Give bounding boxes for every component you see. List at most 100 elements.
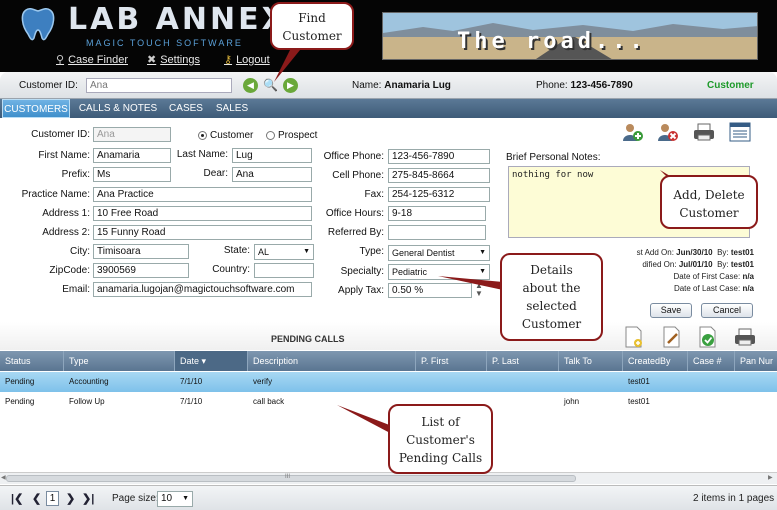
first-name-field[interactable]: Anamaria — [93, 148, 171, 163]
first-page-icon[interactable]: |❮ — [11, 492, 23, 505]
callout-line: about the — [522, 281, 581, 295]
meta-date: Jul/01/10 — [678, 260, 713, 269]
tab-customers[interactable]: CUSTOMERS — [2, 99, 70, 118]
address1-label: Address 1: — [42, 208, 90, 219]
pending-calls-header: PENDING CALLS — [0, 322, 777, 350]
first-name-label: First Name: — [38, 150, 90, 161]
app-header: LAB ANNEX MAGIC TOUCH SOFTWARE ⚲ Case Fi… — [0, 0, 777, 72]
col-status[interactable]: Status — [0, 351, 64, 371]
col-created-by[interactable]: CreatedBy — [623, 351, 688, 371]
previous-arrow-icon[interactable]: ◀ — [243, 78, 258, 93]
col-case-number[interactable]: Case # — [688, 351, 735, 371]
state-select[interactable]: AL ▼ — [254, 244, 314, 260]
referred-by-field[interactable] — [388, 225, 486, 240]
delete-customer-icon[interactable] — [657, 122, 679, 142]
customer-radio[interactable] — [198, 131, 207, 140]
pager-summary: 2 items in 1 pages — [693, 493, 775, 504]
pending-calls-title: PENDING CALLS — [271, 334, 345, 344]
customer-id-search-input[interactable] — [86, 78, 232, 93]
edit-call-icon[interactable] — [662, 326, 682, 348]
callout-pending-calls: List of Customer's Pending Calls — [388, 404, 493, 474]
print-icon[interactable] — [693, 122, 715, 142]
logout-link[interactable]: ⚷ Logout — [224, 53, 270, 67]
add-call-icon[interactable] — [624, 326, 644, 348]
col-description[interactable]: Description — [248, 351, 416, 371]
zipcode-field[interactable]: 3900569 — [93, 263, 189, 278]
specialty-select[interactable]: Pediatric ▼ — [388, 264, 490, 280]
add-customer-icon[interactable] — [622, 122, 644, 142]
meta-label: Date of First Case: — [673, 272, 741, 281]
col-pan-number[interactable]: Pan Nur — [735, 351, 777, 371]
print-calls-icon[interactable] — [733, 327, 757, 347]
address2-label: Address 2: — [42, 227, 90, 238]
country-field[interactable] — [254, 263, 314, 278]
case-finder-link[interactable]: ⚲ Case Finder — [56, 53, 128, 67]
tab-cases[interactable]: CASES — [166, 99, 206, 118]
horizontal-scrollbar[interactable]: ◀ III ▶ — [0, 472, 777, 484]
cell-description: call back — [253, 397, 285, 406]
meta-date: n/a — [742, 272, 754, 281]
tab-sales[interactable]: SALES — [212, 99, 252, 118]
city-field[interactable]: Timisoara — [93, 244, 189, 259]
address1-field[interactable]: 10 Free Road — [93, 206, 312, 221]
settings-label: Settings — [160, 53, 200, 66]
email-field[interactable]: anamaria.lugojan@magictouchsoftware.com — [93, 282, 312, 297]
apply-tax-label: Apply Tax: — [338, 285, 384, 296]
cell-created-by: test01 — [628, 377, 650, 386]
chevron-down-icon: ▼ — [182, 495, 189, 502]
cell-phone-label: Cell Phone: — [332, 170, 384, 181]
practice-name-field[interactable]: Ana Practice — [93, 187, 312, 202]
col-type[interactable]: Type — [64, 351, 175, 371]
type-select[interactable]: General Dentist ▼ — [388, 245, 490, 261]
scroll-left-icon[interactable]: ◀ — [1, 474, 6, 481]
scrollbar-thumb[interactable]: III — [6, 474, 576, 482]
notes-label: Brief Personal Notes: — [506, 152, 601, 163]
col-p-first[interactable]: P. First — [416, 351, 487, 371]
col-talk-to[interactable]: Talk To — [559, 351, 623, 371]
cell-phone-field[interactable]: 275-845-8664 — [388, 168, 490, 183]
cancel-button[interactable]: Cancel — [701, 303, 753, 318]
office-hours-field[interactable]: 9-18 — [388, 206, 486, 221]
prefix-label: Prefix: — [61, 169, 90, 180]
dear-field[interactable]: Ana — [232, 167, 312, 182]
country-label: Country: — [212, 264, 250, 275]
office-phone-field[interactable]: 123-456-7890 — [388, 149, 490, 164]
next-page-icon[interactable]: ❯ — [66, 492, 75, 505]
callout-line: Customer — [282, 29, 342, 43]
current-page-button[interactable]: 1 — [46, 491, 59, 506]
tools-icon: ✖ — [147, 54, 157, 66]
cell-status: Pending — [5, 377, 35, 386]
scroll-right-icon[interactable]: ▶ — [768, 474, 773, 481]
find-customer-search-icon[interactable]: 🔍 — [263, 78, 278, 92]
col-p-last[interactable]: P. Last — [487, 351, 559, 371]
prospect-radio[interactable] — [266, 131, 275, 140]
cell-date: 7/1/10 — [180, 397, 203, 406]
state-label: State: — [223, 245, 250, 256]
callout-line: Pending Calls — [398, 451, 483, 465]
page-size-select[interactable]: 10 ▼ — [157, 491, 193, 507]
fax-field[interactable]: 254-125-6312 — [388, 187, 490, 202]
save-button[interactable]: Save — [650, 303, 692, 318]
prev-page-icon[interactable]: ❮ — [32, 492, 41, 505]
callout-line: Customer — [679, 206, 739, 220]
tax-stepper-icon[interactable]: ▲ ▼ — [475, 282, 483, 298]
cell-talk-to: john — [564, 397, 580, 406]
callout-line: Customer's — [406, 433, 475, 447]
last-name-field[interactable]: Lug — [232, 148, 312, 163]
meta-by: test01 — [730, 260, 754, 269]
col-date[interactable]: Date ▾ — [175, 351, 248, 371]
apply-tax-field[interactable]: 0.50 % — [388, 283, 472, 298]
prefix-field[interactable]: Ms — [93, 167, 171, 182]
cell-date: 7/1/10 — [180, 377, 203, 386]
last-page-icon[interactable]: ❯| — [82, 492, 94, 505]
tab-calls-notes[interactable]: CALLS & NOTES — [78, 99, 158, 118]
name-value: Anamaria Lug — [384, 80, 451, 91]
next-arrow-icon[interactable]: ▶ — [283, 78, 298, 93]
settings-link[interactable]: ✖ Settings — [147, 53, 200, 67]
fax-label: Fax: — [364, 189, 384, 200]
callout-line: Customer — [521, 317, 582, 331]
address2-field[interactable]: 15 Funny Road — [93, 225, 312, 240]
list-view-icon[interactable] — [729, 122, 751, 142]
complete-call-icon[interactable] — [698, 326, 718, 348]
table-row[interactable]: Pending Accounting 7/1/10 verify test01 — [0, 372, 777, 392]
